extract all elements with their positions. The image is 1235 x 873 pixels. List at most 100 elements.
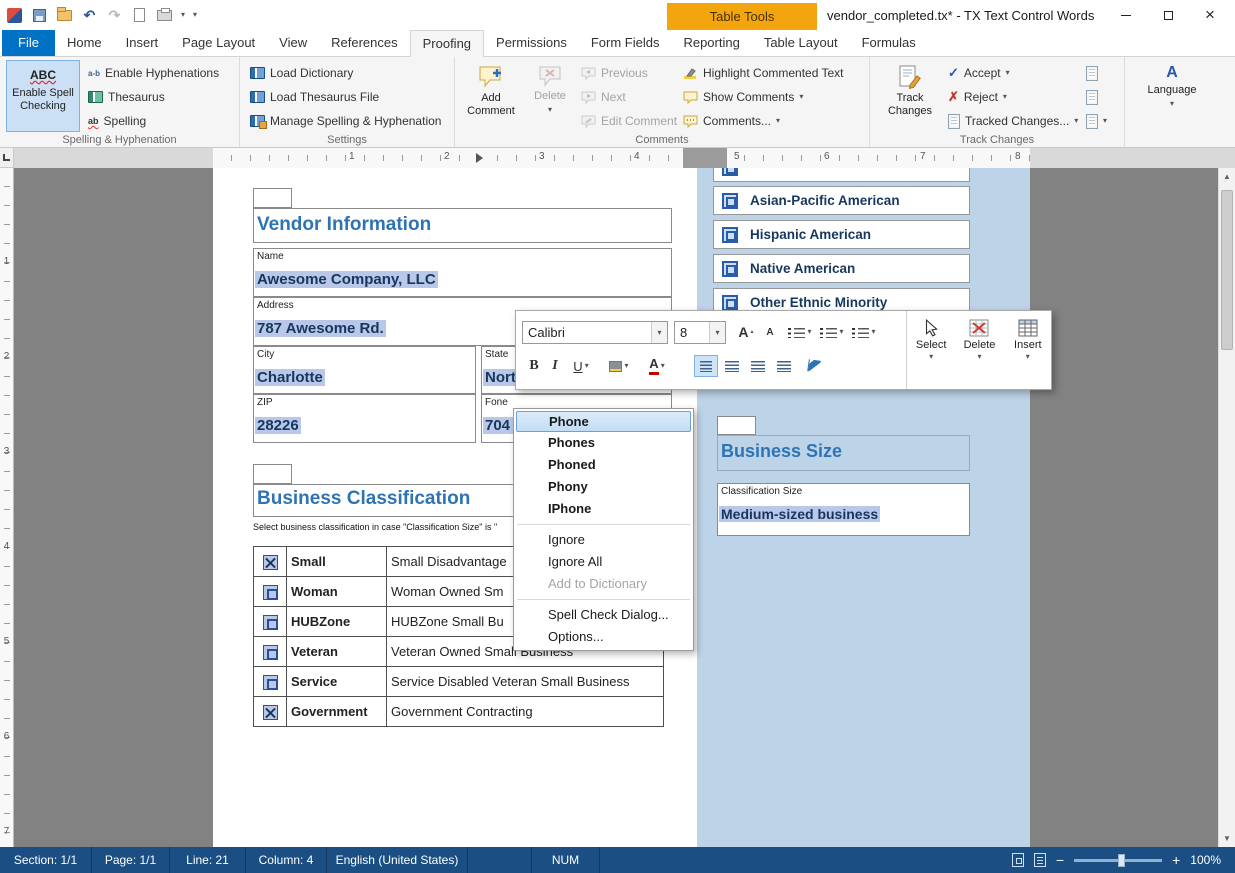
ruler-corner[interactable] <box>0 148 14 168</box>
ethnic-label[interactable]: Native American <box>750 261 855 276</box>
menu-item-suggestion[interactable]: IPhone <box>514 498 693 520</box>
classification-label[interactable]: Government <box>287 697 387 727</box>
state-label[interactable]: State <box>485 349 508 360</box>
table-row[interactable]: Government Government Contracting <box>254 697 664 727</box>
multilevel-list-button[interactable]: ▾ <box>850 321 878 343</box>
format-painter-button[interactable] <box>802 355 826 377</box>
font-name-dropdown-icon[interactable]: ▾ <box>651 322 667 343</box>
checkbox-icon[interactable] <box>722 168 738 176</box>
tracked-changes-dropdown-icon[interactable]: ▾ <box>1074 117 1078 125</box>
menu-item-options[interactable]: Options... <box>514 626 693 648</box>
checkbox-unchecked-icon[interactable] <box>263 585 278 600</box>
tab-file[interactable]: File <box>2 30 55 56</box>
classification-label[interactable]: HUBZone <box>287 607 387 637</box>
ethnic-list-item[interactable]: Asian-Pacific American <box>713 186 970 215</box>
menu-item-suggestion[interactable]: Phoned <box>514 454 693 476</box>
classification-size-label[interactable]: Classification Size <box>721 486 802 497</box>
show-comments-dropdown-icon[interactable]: ▾ <box>799 93 803 101</box>
checkbox-icon[interactable] <box>722 261 738 277</box>
align-right-button[interactable] <box>746 355 770 377</box>
zip-field[interactable]: ZIP 28226 <box>253 394 476 443</box>
font-size-combobox[interactable]: 8 ▾ <box>674 321 726 344</box>
menu-item-suggestion-selected[interactable]: Phone <box>516 411 691 432</box>
ruler-indent-marker[interactable] <box>476 153 483 163</box>
checkbox-icon[interactable] <box>722 193 738 209</box>
menu-item-suggestion[interactable]: Phony <box>514 476 693 498</box>
load-dictionary-button[interactable]: Load Dictionary <box>250 61 441 85</box>
business-size-title-box[interactable]: Business Size <box>717 435 970 471</box>
business-classification-title[interactable]: Business Classification <box>257 488 470 510</box>
delete-button[interactable]: Delete ▾ <box>957 319 1001 361</box>
tab-form-fields[interactable]: Form Fields <box>579 30 672 56</box>
checkbox-unchecked-icon[interactable] <box>263 675 278 690</box>
open-button[interactable] <box>56 7 73 24</box>
select-button[interactable]: Select ▾ <box>909 319 953 361</box>
classification-label[interactable]: Woman <box>287 577 387 607</box>
business-size-title[interactable]: Business Size <box>721 441 842 462</box>
city-label[interactable]: City <box>257 349 274 360</box>
spelling-button[interactable]: Spelling <box>88 109 219 133</box>
changes-options-button[interactable]: ▾ <box>1086 109 1107 133</box>
business-size-tab-box[interactable] <box>717 416 756 435</box>
font-name-value[interactable]: Calibri <box>523 325 651 340</box>
text-highlight-button[interactable]: ▾ <box>602 355 636 377</box>
highlight-commented-text-button[interactable]: Highlight Commented Text <box>683 61 844 85</box>
delete-dropdown-icon[interactable]: ▾ <box>977 353 981 361</box>
table-tools-context-tab[interactable]: Table Tools <box>667 3 817 30</box>
previous-change-button[interactable] <box>1086 61 1107 85</box>
italic-button[interactable]: I <box>546 355 564 377</box>
comments-dialog-button[interactable]: Comments... ▾ <box>683 109 844 133</box>
reject-change-button[interactable]: ✗ Reject ▾ <box>948 85 1078 109</box>
reject-dropdown-icon[interactable]: ▾ <box>1003 93 1007 101</box>
address-label[interactable]: Address <box>257 300 294 311</box>
vendor-info-title[interactable]: Vendor Information <box>257 214 431 236</box>
underline-button[interactable]: U▾ <box>566 355 596 377</box>
checkbox-checked-icon[interactable] <box>263 705 278 720</box>
tab-permissions[interactable]: Permissions <box>484 30 579 56</box>
language-dropdown-icon[interactable]: ▾ <box>1170 100 1174 108</box>
insert-button[interactable]: Insert ▾ <box>1006 319 1050 361</box>
ethnic-label[interactable]: Hispanic American <box>750 227 871 242</box>
font-size-value[interactable]: 8 <box>675 325 709 340</box>
menu-item-suggestion[interactable]: Phones <box>514 432 693 454</box>
menu-item-ignore-all[interactable]: Ignore All <box>514 551 693 573</box>
redo-button[interactable]: ↷ <box>106 7 123 24</box>
enable-spell-checking-button[interactable]: ABC Enable Spell Checking <box>6 60 80 132</box>
zoom-slider-thumb[interactable] <box>1118 854 1125 867</box>
tracked-changes-dialog-button[interactable]: Tracked Changes... ▾ <box>948 109 1078 133</box>
classification-desc[interactable]: Government Contracting <box>387 697 664 727</box>
align-center-button[interactable] <box>720 355 744 377</box>
scrollbar-thumb[interactable] <box>1221 190 1233 350</box>
checkbox-checked-icon[interactable] <box>263 555 278 570</box>
align-left-button[interactable] <box>694 355 718 377</box>
menu-item-ignore[interactable]: Ignore <box>514 529 693 551</box>
save-button[interactable] <box>31 7 48 24</box>
checkbox-unchecked-icon[interactable] <box>263 615 278 630</box>
bold-button[interactable]: B <box>524 355 544 377</box>
address-value[interactable]: 787 Awesome Rd. <box>255 320 386 337</box>
zip-label[interactable]: ZIP <box>257 397 273 408</box>
fit-page-icon[interactable] <box>1012 853 1024 867</box>
scroll-down-icon[interactable] <box>1219 830 1235 847</box>
tab-home[interactable]: Home <box>55 30 114 56</box>
new-document-button[interactable] <box>131 7 148 24</box>
zoom-out-button[interactable]: − <box>1056 853 1064 867</box>
classification-label[interactable]: Service <box>287 667 387 697</box>
table-row[interactable]: Service Service Disabled Veteran Small B… <box>254 667 664 697</box>
name-value[interactable]: Awesome Company, LLC <box>255 271 438 288</box>
add-comment-button[interactable]: Add Comment <box>463 60 519 132</box>
accept-change-button[interactable]: ✓ Accept ▾ <box>948 61 1078 85</box>
fit-width-icon[interactable] <box>1034 853 1046 867</box>
business-classification-tab-box[interactable] <box>253 464 292 484</box>
zoom-slider[interactable] <box>1074 859 1162 862</box>
tab-references[interactable]: References <box>319 30 409 56</box>
ethnic-list-item[interactable]: Native American <box>713 254 970 283</box>
name-field[interactable]: Name Awesome Company, LLC <box>253 248 672 297</box>
state-value[interactable]: Nort <box>483 369 518 386</box>
numbered-list-button[interactable]: ▾ <box>818 321 846 343</box>
comments-dialog-dropdown-icon[interactable]: ▾ <box>776 117 780 125</box>
manage-spelling-hyphenation-button[interactable]: Manage Spelling & Hyphenation <box>250 109 441 133</box>
font-name-combobox[interactable]: Calibri ▾ <box>522 321 668 344</box>
print-dropdown-arrow-icon[interactable]: ▾ <box>181 11 185 19</box>
ethnic-list-item[interactable]: Hispanic American <box>713 220 970 249</box>
